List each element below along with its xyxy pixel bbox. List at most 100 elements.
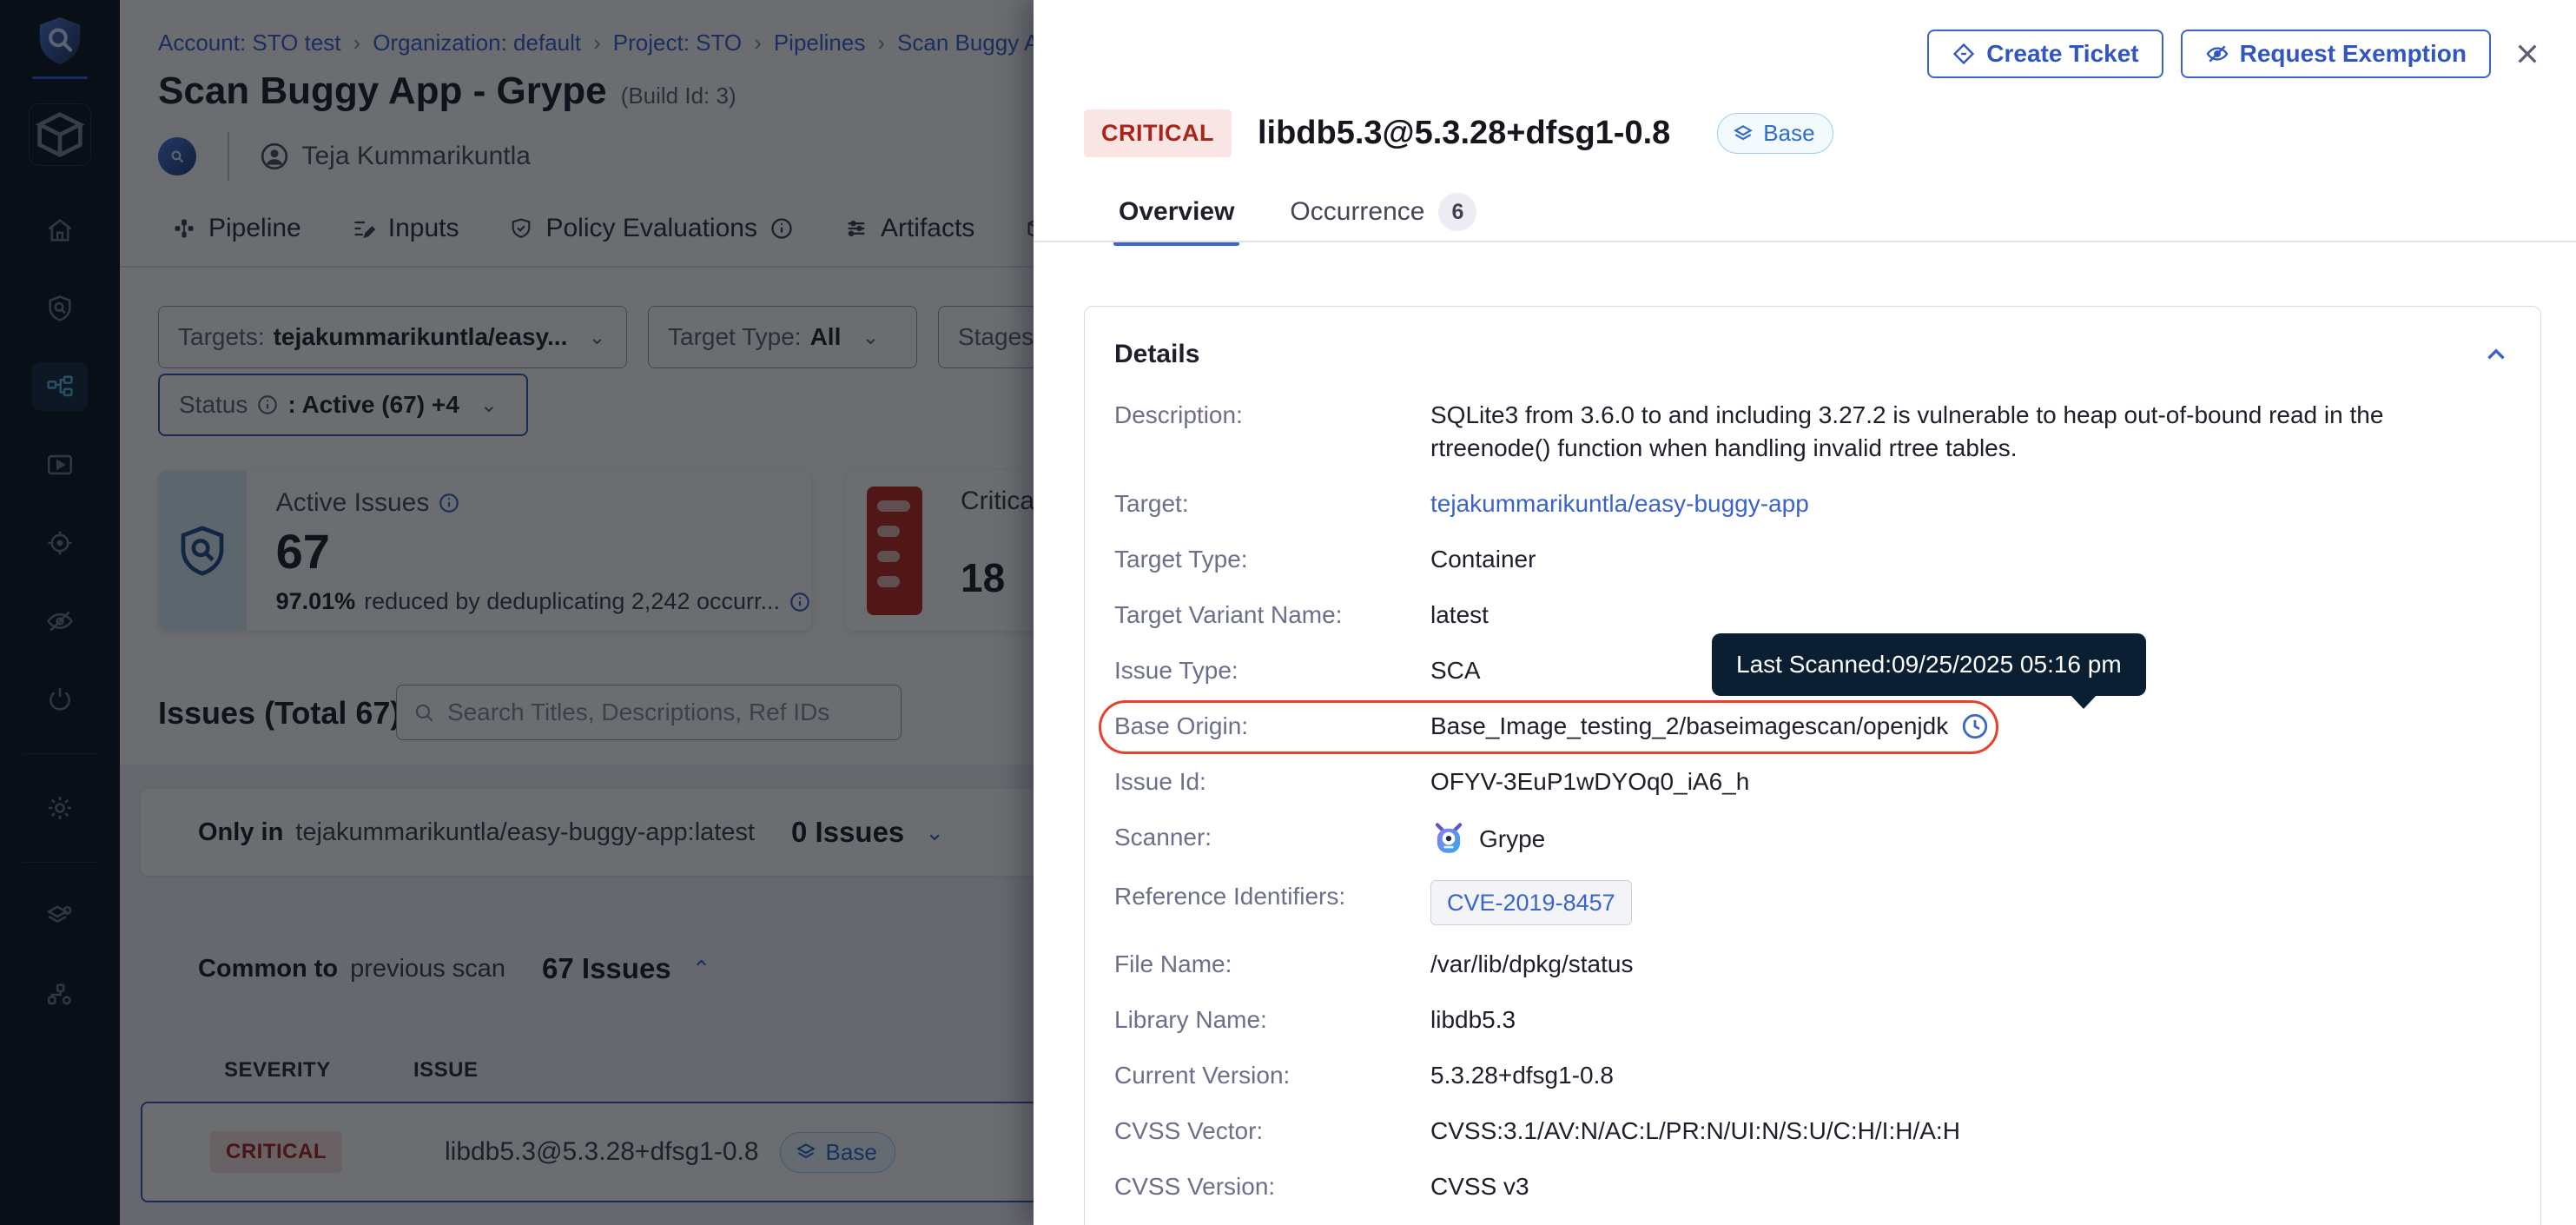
detail-row: Target Type: Container	[1114, 543, 2511, 576]
sidebar-item-getting-started[interactable]	[32, 675, 88, 724]
info-icon[interactable]	[438, 492, 460, 514]
sidebar-item-executions[interactable]	[32, 440, 88, 489]
breadcrumb-project[interactable]: Project: STO	[613, 30, 742, 56]
detail-label: Current Version:	[1114, 1059, 1430, 1092]
author: Teja Kummarikuntla	[259, 141, 531, 172]
reference-id-pill[interactable]: CVE-2019-8457	[1430, 880, 1632, 925]
status-filter-value: : Active (67) +4	[287, 391, 459, 419]
tab-policy-label: Policy Evaluations	[545, 214, 756, 243]
breadcrumb-account[interactable]: Account: STO test	[158, 30, 341, 56]
module-cube-icon	[30, 104, 90, 165]
tab-overview[interactable]: Overview	[1119, 197, 1234, 246]
detail-row: Reference Identifiers: CVE-2019-8457	[1114, 880, 2511, 925]
detail-label: CVSS Version:	[1114, 1170, 1430, 1203]
info-icon	[256, 394, 279, 416]
eye-slash-icon	[45, 606, 75, 636]
detail-value: Container	[1430, 543, 1536, 576]
drawer-tabs-border	[1034, 241, 2576, 242]
tab-inputs[interactable]: Inputs	[352, 214, 459, 243]
sidebar	[0, 0, 120, 1225]
details-heading: Details	[1114, 340, 1199, 369]
target-type-filter-label: Target Type:	[668, 323, 802, 351]
policy-tab-icon	[509, 216, 533, 241]
layers-icon	[795, 1141, 817, 1163]
targets-filter-label: Targets:	[178, 323, 265, 351]
detail-value[interactable]: tejakummarikuntla/easy-buggy-app	[1430, 487, 1809, 520]
sidebar-item-pipelines[interactable]	[32, 362, 88, 411]
home-icon	[45, 215, 75, 245]
common-text: previous scan	[350, 955, 505, 983]
module-selector-button[interactable]	[29, 103, 91, 166]
status-filter[interactable]: Status : Active (67) +4 ⌄	[158, 374, 528, 436]
base-tag-pill: Base	[780, 1132, 895, 1173]
tab-pipeline[interactable]: Pipeline	[172, 214, 301, 243]
active-issues-label: Active Issues	[276, 488, 430, 518]
search-icon	[413, 700, 435, 725]
app-root: Account: STO test › Organization: default…	[0, 0, 2576, 1225]
detail-value: latest	[1430, 599, 1489, 632]
detail-row: CVSS Vector: CVSS:3.1/AV:N/AC:L/PR:N/UI:…	[1114, 1115, 2511, 1148]
target-type-filter[interactable]: Target Type: All ⌄	[648, 306, 917, 368]
detail-value: SCA	[1430, 654, 1481, 687]
sidebar-item-home[interactable]	[32, 206, 88, 255]
detail-label: Description:	[1114, 399, 1430, 432]
executions-play-icon	[45, 450, 75, 480]
sidebar-item-project-settings[interactable]	[32, 784, 88, 832]
pipeline-avatar	[158, 137, 196, 175]
org-settings-icon	[45, 980, 75, 1010]
artifacts-tab-icon	[844, 216, 869, 241]
targets-filter[interactable]: Targets: tejakummarikuntla/easy... ⌄	[158, 306, 627, 368]
layers-settings-icon	[45, 902, 75, 931]
detail-value: 5.3.28+dfsg1-0.8	[1430, 1059, 1614, 1092]
common-group-header[interactable]: Common to previous scan 67 Issues ⌃	[198, 952, 710, 985]
issues-search-input[interactable]	[447, 699, 885, 726]
detail-label: Target:	[1114, 487, 1430, 520]
active-issues-strip	[158, 471, 247, 631]
user-icon	[259, 141, 290, 172]
tab-overview-label: Overview	[1119, 197, 1234, 227]
chevron-up-icon[interactable]: ⌃	[692, 956, 711, 983]
sidebar-item-scans[interactable]	[32, 284, 88, 333]
tab-policy-evaluations[interactable]: Policy Evaluations	[509, 214, 793, 243]
breadcrumb-organization[interactable]: Organization: default	[373, 30, 581, 56]
pipeline-tab-icon	[172, 216, 196, 241]
critical-severity-bar-icon	[867, 487, 922, 615]
sidebar-item-org-settings[interactable]	[32, 970, 88, 1019]
close-drawer-button[interactable]	[2508, 35, 2546, 73]
detail-value: SQLite3 from 3.6.0 to and including 3.27…	[1430, 399, 2455, 465]
drawer-base-tag-pill: Base	[1717, 113, 1833, 154]
shield-search-icon	[174, 522, 231, 579]
breadcrumb-pipelines[interactable]: Pipelines	[774, 30, 866, 56]
logo-underline	[32, 76, 88, 79]
detail-label: Target Type:	[1114, 543, 1430, 576]
info-icon[interactable]	[789, 591, 811, 613]
breadcrumb-separator: ›	[593, 30, 601, 56]
detail-value: OFYV-3EuP1wDYOq0_iA6_h	[1430, 765, 1749, 798]
create-ticket-label: Create Ticket	[1986, 40, 2138, 68]
drawer-severity-badge: CRITICAL	[1084, 109, 1232, 157]
detail-row: Base Origin: Base_Image_testing_2/baseim…	[1114, 710, 2511, 743]
tab-artifacts[interactable]: Artifacts	[844, 214, 974, 243]
sidebar-item-exemptions[interactable]	[32, 597, 88, 646]
details-rows: Description: SQLite3 from 3.6.0 to and i…	[1114, 399, 2511, 1203]
chevron-down-icon[interactable]: ⌄	[925, 819, 944, 846]
sidebar-item-targets[interactable]	[32, 519, 88, 567]
sidebar-item-default-settings[interactable]	[32, 892, 88, 941]
breadcrumb-separator: ›	[353, 30, 361, 56]
request-exemption-button[interactable]: Request Exemption	[2181, 30, 2491, 78]
dedup-text: reduced by deduplicating 2,242 occurr...	[364, 588, 780, 615]
scan-shield-icon	[45, 294, 75, 323]
issues-search[interactable]	[396, 685, 902, 740]
collapse-chevron-up-icon[interactable]	[2481, 340, 2511, 369]
severity-badge: CRITICAL	[210, 1131, 342, 1173]
base-origin-value: Base_Image_testing_2/baseimagescan/openj…	[1430, 710, 1948, 743]
sidebar-divider	[23, 753, 97, 754]
only-in-prefix: Only in	[198, 818, 283, 847]
last-scanned-clock-icon[interactable]	[1960, 712, 1990, 741]
detail-label: Scanner:	[1114, 821, 1430, 854]
issues-table-header: SEVERITY ISSUE	[141, 1058, 479, 1083]
page-title: Scan Buggy App - Grype	[158, 70, 607, 113]
create-ticket-button[interactable]: Create Ticket	[1927, 30, 2163, 78]
detail-row: Current Version: 5.3.28+dfsg1-0.8	[1114, 1059, 2511, 1092]
eye-slash-icon	[2205, 42, 2229, 66]
